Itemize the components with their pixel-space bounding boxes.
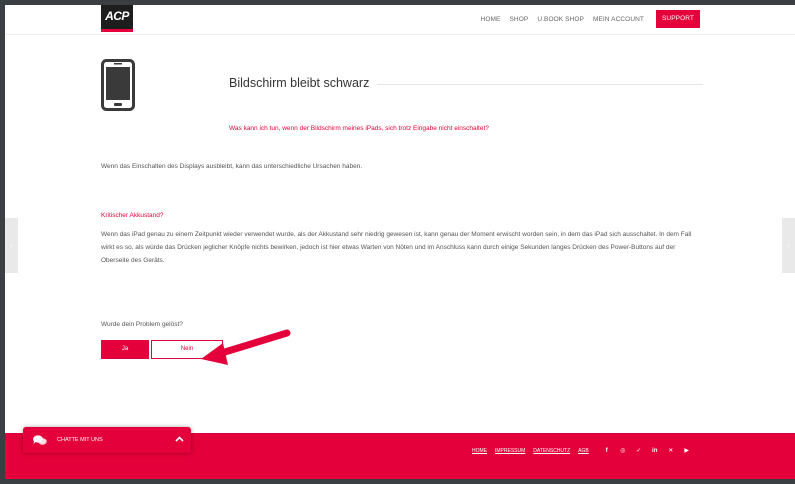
twitter-icon[interactable]: ✓ — [633, 447, 645, 454]
chat-bubbles-icon — [33, 435, 47, 445]
youtube-icon[interactable]: ▶ — [681, 447, 693, 454]
footer-link-datenschutz[interactable]: DATENSCHUTZ — [533, 448, 570, 454]
feedback-question: Wurde dein Problem gelöst? — [101, 321, 183, 328]
nav-shop[interactable]: SHOP — [509, 16, 528, 23]
chat-widget[interactable]: CHATTE MIT UNS — [23, 427, 191, 453]
support-button[interactable]: SUPPORT — [655, 10, 700, 28]
chevron-left-icon: ‹ — [10, 241, 13, 250]
footer-link-impressum[interactable]: IMPRESSUM — [495, 448, 525, 454]
title-divider — [377, 84, 703, 85]
linkedin-icon[interactable]: in — [649, 448, 661, 454]
instagram-icon[interactable]: ◎ — [617, 447, 629, 454]
chat-label: CHATTE MIT UNS — [57, 437, 103, 443]
social-links: f ◎ ✓ in ✕ ▶ — [601, 447, 697, 455]
footer-links: HOME IMPRESSUM DATENSCHUTZ AGB f ◎ ✓ in … — [472, 447, 697, 455]
chevron-up-icon[interactable] — [175, 436, 184, 442]
logo-text: ACP — [105, 9, 129, 23]
yes-button[interactable]: Ja — [101, 340, 149, 359]
site-header: ACP HOME SHOP U.BOOK SHOP MEIN ACCOUNT S… — [5, 5, 795, 35]
nav-home[interactable]: HOME — [481, 16, 501, 23]
section-text: Wenn das iPad genau zu einem Zeitpunkt w… — [101, 231, 692, 264]
footer-link-home[interactable]: HOME — [472, 448, 487, 454]
section-heading: Kritischer Akkustand? — [101, 212, 164, 219]
page: ACP HOME SHOP U.BOOK SHOP MEIN ACCOUNT S… — [5, 5, 795, 479]
page-title: Bildschirm bleibt schwarz — [229, 76, 370, 90]
logo-accent-bar — [101, 29, 133, 32]
chevron-right-icon: › — [787, 241, 790, 250]
nav-ubook-shop[interactable]: U.BOOK SHOP — [537, 16, 584, 23]
page-subtitle: Was kann ich tun, wenn der Bildschirm me… — [229, 125, 489, 132]
xing-icon[interactable]: ✕ — [665, 447, 677, 454]
red-arrow-annotation — [201, 329, 291, 365]
smartphone-icon — [101, 59, 135, 111]
footer-link-agb[interactable]: AGB — [578, 448, 589, 454]
main-nav: HOME SHOP U.BOOK SHOP MEIN ACCOUNT SUPPO… — [472, 10, 700, 28]
next-page-tab[interactable]: › — [782, 218, 795, 273]
intro-text: Wenn das Einschalten des Displays ausble… — [101, 163, 363, 170]
prev-page-tab[interactable]: ‹ — [5, 218, 18, 273]
acp-logo[interactable]: ACP — [101, 5, 133, 32]
facebook-icon[interactable]: f — [601, 448, 613, 454]
nav-mein-account[interactable]: MEIN ACCOUNT — [593, 16, 644, 23]
